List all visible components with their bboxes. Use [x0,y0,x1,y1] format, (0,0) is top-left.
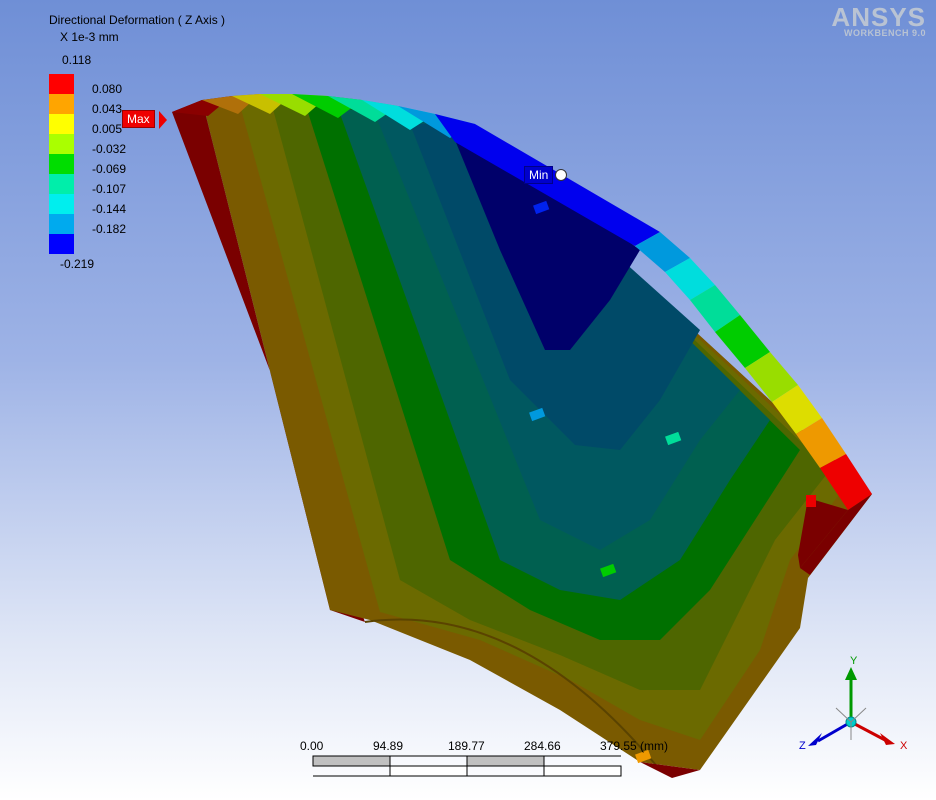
triad-x-label: X [900,740,908,752]
scale-label-1: 94.89 [373,739,404,753]
max-probe-label: Max [127,112,150,126]
scale-label-3: 284.66 [524,739,561,753]
triad-z-axis [817,720,852,743]
min-probe-pointer [555,169,567,181]
scale-bar-seg-1 [312,755,391,767]
min-probe-label: Min [529,168,549,182]
scale-bar-seg-3 [466,755,545,767]
triad-y-label: Y [850,655,858,667]
scale-label-2: 189.77 [448,739,485,753]
min-probe-tag[interactable]: Min [524,166,554,184]
triad-x-axis [850,720,886,742]
triad-diag-2 [850,707,867,723]
marker-red [806,495,816,507]
max-probe-tag[interactable]: Max [122,110,155,128]
scale-bar-seg-4 [543,765,622,777]
triad-y-arrow [845,667,857,680]
triad-z-label: Z [799,740,806,752]
scale-bar-seg-2 [389,765,468,777]
scale-label-0: 0.00 [300,739,324,753]
max-probe-pointer [159,111,167,129]
scale-label-4: 379.55 (mm) [600,739,669,753]
triad-diag-1 [835,707,852,723]
